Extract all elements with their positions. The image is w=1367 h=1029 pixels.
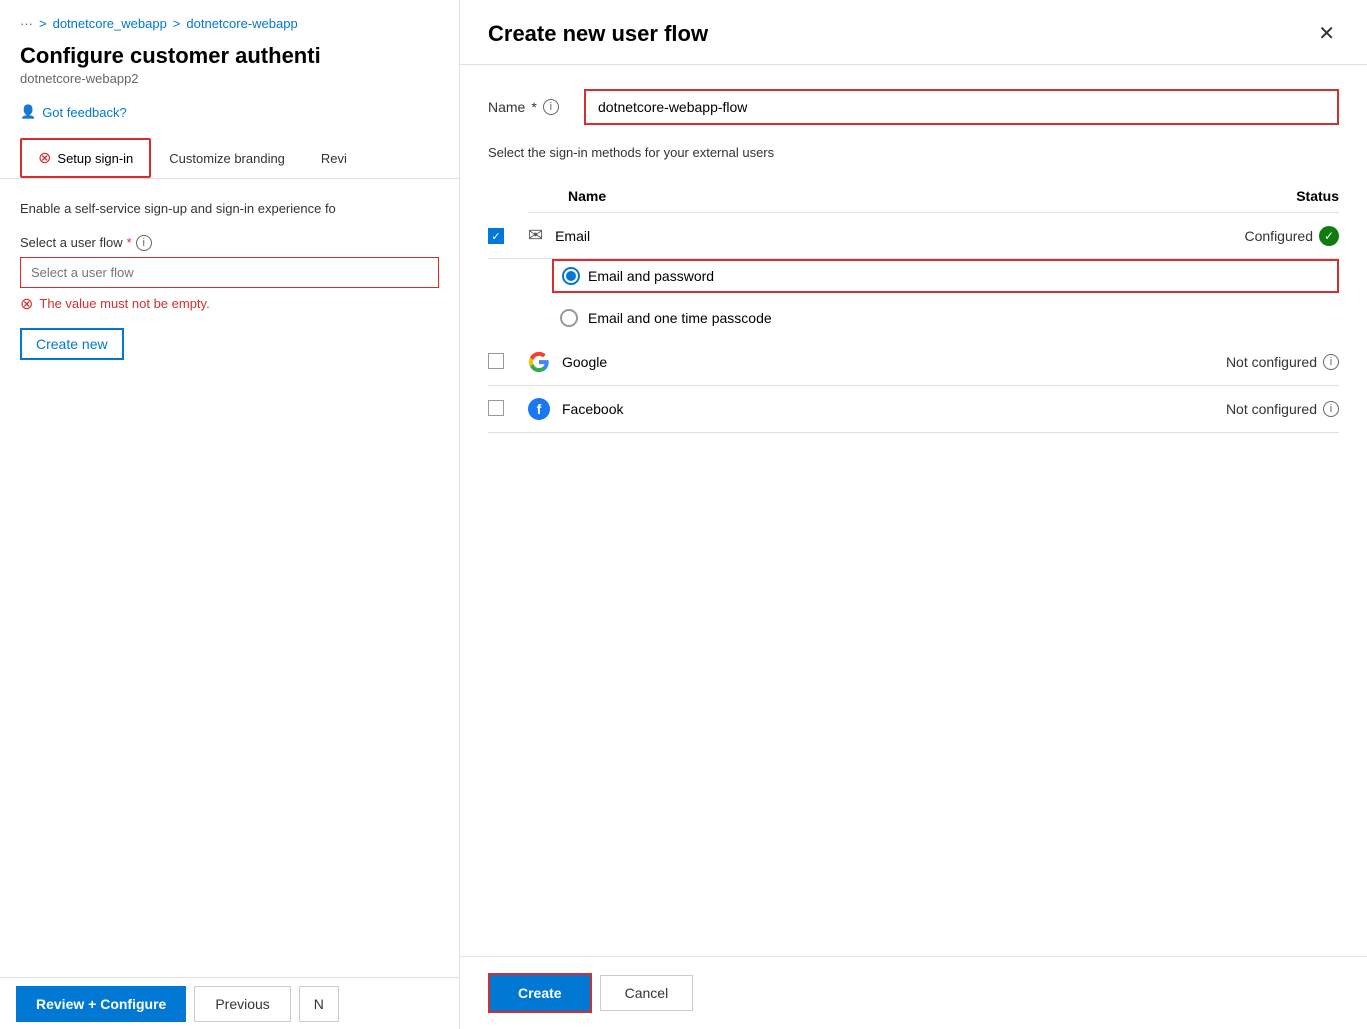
modal-footer: Create Cancel — [460, 956, 1367, 1029]
page-title: Configure customer authenti — [0, 39, 459, 71]
facebook-icon: f — [528, 398, 550, 420]
name-required-asterisk: * — [531, 99, 536, 115]
name-row: Name * i — [488, 89, 1339, 125]
user-flow-field-label: Select a user flow * i — [20, 235, 439, 251]
modal-body: Name * i Select the sign-in methods for … — [460, 65, 1367, 956]
google-not-configured-icon[interactable]: i — [1323, 354, 1339, 370]
feedback-label: Got feedback? — [42, 105, 127, 120]
tab-customize-branding[interactable]: Customize branding — [151, 141, 303, 176]
tab-setup-signin[interactable]: ⊗ Setup sign-in — [20, 138, 151, 178]
email-checkbox[interactable]: ✓ — [488, 228, 504, 244]
email-status-configured: Configured ✓ — [899, 226, 1339, 246]
modal-overlay: Create new user flow ✕ Name * i Select t… — [460, 0, 1367, 1029]
tab-review-configure[interactable]: Revi — [303, 141, 365, 176]
create-button[interactable]: Create — [488, 973, 592, 1013]
tab-customize-branding-label: Customize branding — [169, 151, 285, 166]
error-icon: ⊗ — [20, 294, 33, 314]
validation-error: ⊗ The value must not be empty. — [20, 294, 439, 314]
person-icon: 👤 — [20, 104, 36, 120]
user-flow-input[interactable] — [20, 257, 439, 288]
tab-content: Enable a self-service sign-up and sign-i… — [0, 179, 459, 380]
email-label: Email — [555, 228, 590, 244]
user-flow-info-icon[interactable]: i — [136, 235, 152, 251]
email-password-cell: Email and password Email and one time pa… — [528, 259, 1339, 340]
google-status: Not configured i — [899, 354, 1339, 370]
section-description: Enable a self-service sign-up and sign-i… — [20, 199, 439, 219]
col-name-header: Name — [528, 180, 899, 213]
signin-methods-label: Select the sign-in methods for your exte… — [488, 145, 1339, 160]
feedback-link[interactable]: 👤 Got feedback? — [0, 98, 459, 126]
email-method-cell: ✉ Email — [528, 213, 899, 259]
breadcrumb-item1[interactable]: dotnetcore_webapp — [53, 16, 167, 31]
email-otp-label: Email and one time passcode — [588, 310, 772, 326]
modal-close-button[interactable]: ✕ — [1314, 20, 1339, 48]
email-otp-radio[interactable] — [560, 309, 578, 327]
cancel-button[interactable]: Cancel — [600, 975, 694, 1011]
google-row: Google Not configured i — [488, 339, 1339, 386]
bottom-bar: Review + Configure Previous N — [0, 977, 460, 1029]
name-info-icon[interactable]: i — [543, 99, 559, 115]
google-checkbox[interactable] — [488, 353, 504, 369]
google-label: Google — [562, 354, 607, 370]
google-method-cell: Google — [528, 339, 899, 386]
facebook-status: Not configured i — [899, 401, 1339, 417]
name-input[interactable] — [584, 89, 1339, 125]
email-icon: ✉ — [528, 225, 543, 246]
page-subtitle: dotnetcore-webapp2 — [0, 71, 459, 98]
create-new-button[interactable]: Create new — [20, 328, 124, 360]
facebook-status-cell: Not configured i — [899, 386, 1339, 433]
email-password-label: Email and password — [588, 268, 714, 284]
breadcrumb-item2[interactable]: dotnetcore-webapp — [186, 16, 297, 31]
facebook-label: Facebook — [562, 401, 623, 417]
col-status-header: Status — [899, 180, 1339, 213]
email-password-row: Email and password Email and one time pa… — [488, 259, 1339, 340]
google-icon — [528, 351, 550, 373]
next-button[interactable]: N — [299, 986, 339, 1022]
tab-review-configure-label: Revi — [321, 151, 347, 166]
modal-panel: Create new user flow ✕ Name * i Select t… — [460, 0, 1367, 1029]
tabs-row: ⊗ Setup sign-in Customize branding Revi — [0, 126, 459, 179]
email-status-text: Configured — [1245, 228, 1314, 244]
tab-setup-signin-label: Setup sign-in — [57, 151, 133, 166]
breadcrumb-separator2: > — [173, 16, 181, 31]
required-asterisk: * — [127, 235, 132, 250]
methods-table: Name Status ✓ ✉ — [488, 180, 1339, 433]
email-group-row: ✓ ✉ Email Configured — [488, 213, 1339, 259]
facebook-status-text: Not configured — [1226, 401, 1317, 417]
email-password-radio[interactable] — [562, 267, 580, 285]
facebook-row: f Facebook Not configured i — [488, 386, 1339, 433]
facebook-checkbox[interactable] — [488, 400, 504, 416]
error-message: The value must not be empty. — [39, 296, 209, 311]
modal-title: Create new user flow — [488, 21, 708, 47]
name-label: Name * i — [488, 99, 568, 115]
email-status-cell: Configured ✓ — [899, 213, 1339, 259]
name-label-text: Name — [488, 99, 525, 115]
user-flow-label-text: Select a user flow — [20, 235, 123, 250]
facebook-not-configured-icon[interactable]: i — [1323, 401, 1339, 417]
email-password-highlight[interactable]: Email and password — [552, 259, 1339, 293]
modal-header: Create new user flow ✕ — [460, 0, 1367, 65]
google-status-cell: Not configured i — [899, 339, 1339, 386]
breadcrumb: ··· > dotnetcore_webapp > dotnetcore-web… — [0, 0, 459, 39]
tab-error-icon: ⊗ — [38, 148, 51, 168]
previous-button[interactable]: Previous — [194, 986, 290, 1022]
breadcrumb-dots: ··· — [20, 16, 33, 31]
configured-check-icon: ✓ — [1319, 226, 1339, 246]
facebook-method-cell: f Facebook — [528, 386, 899, 433]
left-panel: ··· > dotnetcore_webapp > dotnetcore-web… — [0, 0, 460, 1029]
google-status-text: Not configured — [1226, 354, 1317, 370]
email-otp-row: Email and one time passcode — [552, 303, 1339, 333]
review-configure-button[interactable]: Review + Configure — [16, 986, 186, 1022]
breadcrumb-separator1: > — [39, 16, 47, 31]
